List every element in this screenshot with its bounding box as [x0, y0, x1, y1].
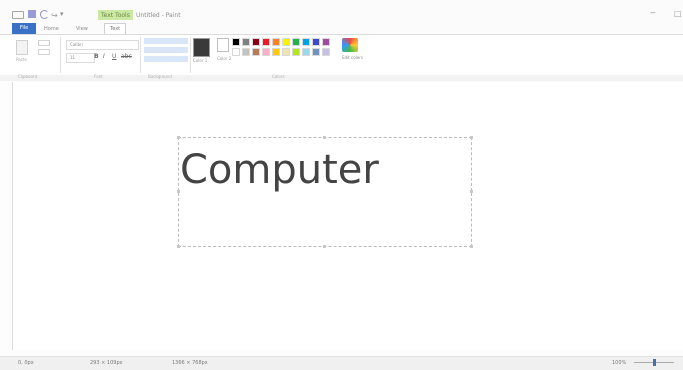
paint-icon[interactable]: [12, 11, 24, 19]
palette-swatch[interactable]: [272, 48, 280, 56]
palette-swatch[interactable]: [302, 38, 310, 46]
font-size-dropdown[interactable]: 11: [66, 53, 95, 63]
tab-text[interactable]: Text: [104, 23, 127, 34]
strikethrough-button[interactable]: abc: [121, 53, 132, 61]
group-divider: [140, 37, 141, 73]
cursor-position: 0, 0px: [18, 360, 34, 366]
palette-swatch[interactable]: [262, 48, 270, 56]
font-name-dropdown[interactable]: Calibri: [66, 40, 139, 50]
zoom-level: 100%: [612, 360, 627, 366]
ribbon-tab-bar: [0, 20, 683, 35]
palette-swatch[interactable]: [292, 48, 300, 56]
palette-swatch[interactable]: [272, 38, 280, 46]
bold-button[interactable]: B: [94, 53, 99, 61]
group-divider: [60, 37, 61, 73]
opaque-option[interactable]: [144, 38, 188, 44]
palette-swatch[interactable]: [302, 48, 310, 56]
palette-swatch[interactable]: [252, 38, 260, 46]
color2-swatch[interactable]: [217, 38, 229, 52]
zoom-slider-thumb[interactable]: [653, 359, 656, 366]
transparent-option[interactable]: [144, 47, 188, 53]
resize-handle-top[interactable]: [323, 136, 326, 139]
palette-swatch[interactable]: [232, 38, 240, 46]
resize-handle-bottom-right[interactable]: [470, 245, 473, 248]
selection-size: 293 × 109px: [90, 360, 123, 366]
palette-swatch[interactable]: [282, 38, 290, 46]
tab-home[interactable]: Home: [44, 25, 59, 33]
background-options[interactable]: [144, 38, 188, 64]
edit-colors-icon[interactable]: [342, 38, 358, 52]
color2-label[interactable]: Color 2: [217, 56, 231, 61]
image-size: 1366 × 768px: [172, 360, 208, 366]
resize-handle-right[interactable]: [470, 190, 473, 193]
tab-file[interactable]: File: [12, 23, 36, 34]
paste-button[interactable]: Paste: [16, 57, 27, 62]
palette-swatch[interactable]: [232, 48, 240, 56]
palette-swatch[interactable]: [292, 38, 300, 46]
resize-handle-bottom[interactable]: [323, 245, 326, 248]
group-divider: [190, 37, 191, 73]
color1-swatch[interactable]: [193, 38, 210, 57]
group-label-colors: Colors: [272, 74, 285, 79]
tab-view[interactable]: View: [76, 25, 88, 33]
minimize-button[interactable]: ‒: [650, 9, 658, 18]
redo-icon[interactable]: ↪: [51, 12, 58, 20]
palette-swatch[interactable]: [322, 38, 330, 46]
resize-handle-bottom-left[interactable]: [177, 245, 180, 248]
canvas-text[interactable]: Computer: [180, 146, 379, 194]
resize-handle-top-left[interactable]: [177, 136, 180, 139]
edit-colors-button[interactable]: Edit colors: [342, 55, 363, 60]
save-icon[interactable]: [28, 10, 36, 18]
background-option-selected[interactable]: [144, 56, 188, 62]
palette-swatch[interactable]: [252, 48, 260, 56]
copy-icon[interactable]: [38, 49, 50, 55]
group-label-background: Background: [148, 74, 172, 79]
palette-swatch[interactable]: [282, 48, 290, 56]
underline-button[interactable]: U: [112, 53, 116, 61]
group-label-clipboard: Clipboard: [18, 74, 38, 79]
quick-access-dropdown-icon[interactable]: ▾: [60, 11, 64, 18]
resize-handle-top-right[interactable]: [470, 136, 473, 139]
group-label-font: Font: [94, 74, 103, 79]
window-title: Untitled - Paint: [136, 12, 181, 19]
palette-swatch[interactable]: [312, 48, 320, 56]
palette-swatch[interactable]: [322, 48, 330, 56]
palette-swatch[interactable]: [262, 38, 270, 46]
maximize-button[interactable]: □: [674, 9, 682, 18]
italic-button[interactable]: I: [103, 53, 105, 61]
palette-swatch[interactable]: [312, 38, 320, 46]
cut-icon[interactable]: [38, 40, 50, 46]
palette-swatch[interactable]: [242, 48, 250, 56]
undo-icon[interactable]: [40, 10, 49, 19]
color1-label[interactable]: Color 1: [193, 58, 207, 63]
palette-swatch[interactable]: [242, 38, 250, 46]
paste-icon[interactable]: [16, 40, 28, 55]
color-palette: [232, 38, 338, 60]
